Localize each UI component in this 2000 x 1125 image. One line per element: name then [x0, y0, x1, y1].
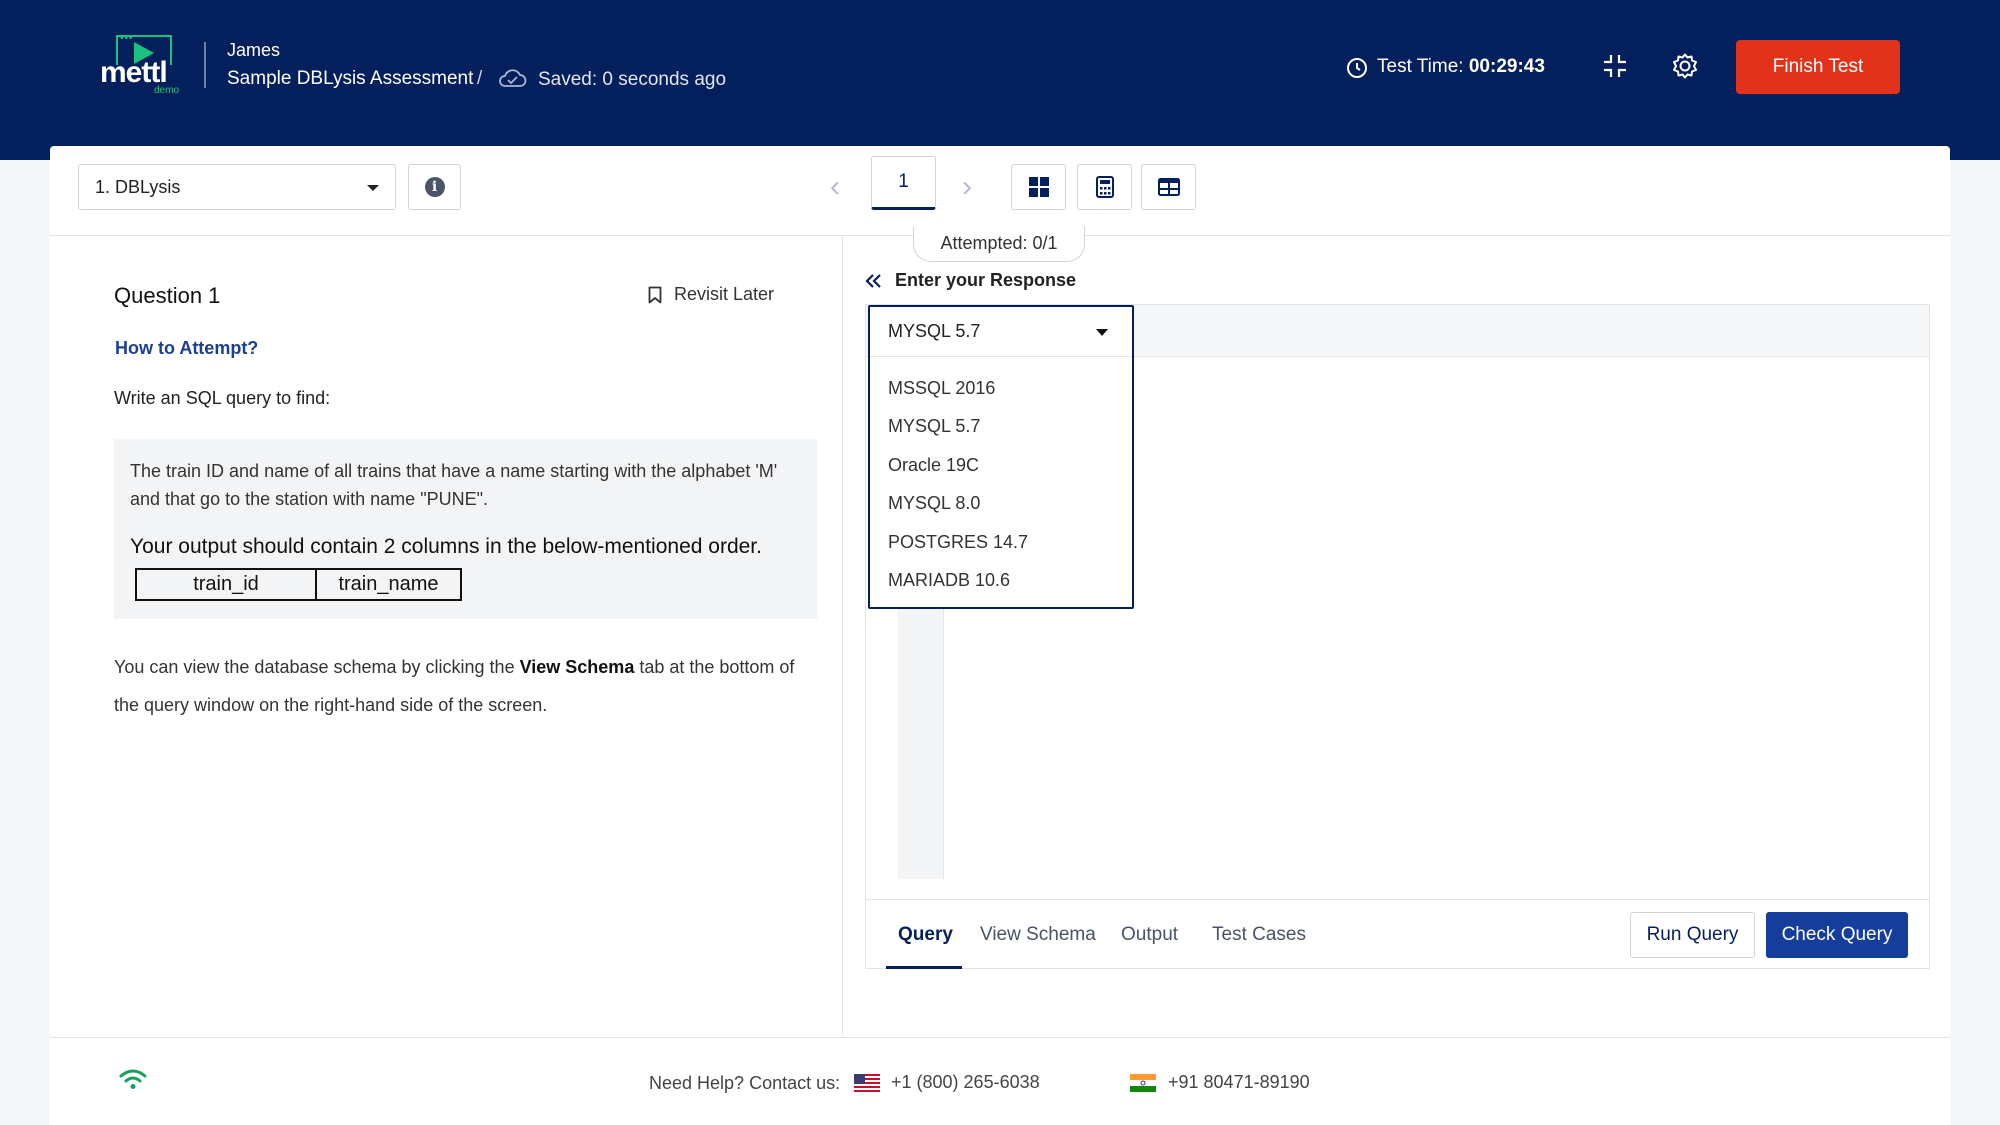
column-header: train_id — [135, 568, 317, 601]
info-icon: i — [424, 177, 445, 197]
calculator-icon — [1095, 176, 1114, 198]
editor-tabs: Query View Schema Output Test Cases Run … — [866, 899, 1929, 969]
help-label: Need Help? Contact us: — [649, 1073, 841, 1093]
question-toolbar: 1. DBLysis i ‹ 1 › — [50, 146, 1950, 236]
question-intro: Write an SQL query to find: — [114, 388, 331, 408]
main-card: 1. DBLysis i ‹ 1 › Attempted: 0/1 Questi… — [50, 146, 1950, 1125]
response-heading: Enter your Response — [865, 270, 1076, 291]
us-flag-icon — [854, 1074, 880, 1092]
info-button[interactable]: i — [408, 164, 461, 210]
cloud-check-icon — [499, 69, 527, 87]
language-select[interactable]: MYSQL 5.7 — [870, 307, 1132, 357]
language-option[interactable]: MYSQL 8.0 — [870, 485, 1132, 524]
mettl-logo: ••• mettl demo — [100, 33, 180, 96]
calculator-button[interactable] — [1077, 164, 1132, 210]
language-options: MSSQL 2016 MYSQL 5.7 Oracle 19C MYSQL 8.… — [870, 369, 1132, 600]
table-icon — [1157, 178, 1180, 196]
language-option[interactable]: POSTGRES 14.7 — [870, 523, 1132, 562]
panel-divider[interactable] — [842, 236, 843, 1034]
test-timer: Test Time: 00:29:43 — [1377, 56, 1545, 77]
caret-down-icon — [1096, 329, 1108, 336]
breadcrumb-separator: / — [477, 68, 483, 89]
india-flag-icon — [1130, 1074, 1156, 1092]
table-view-button[interactable] — [1141, 164, 1196, 210]
wifi-icon — [119, 1069, 147, 1089]
language-option[interactable]: MYSQL 5.7 — [870, 408, 1132, 447]
clock-icon — [1347, 58, 1367, 78]
output-columns-table: train_id train_name — [135, 568, 462, 601]
active-tab-indicator — [886, 966, 962, 969]
next-question-button[interactable]: › — [962, 170, 972, 204]
question-number-button[interactable]: 1 — [871, 156, 936, 210]
output-note: Your output should contain 2 columns in … — [130, 535, 762, 558]
check-query-button[interactable]: Check Query — [1766, 912, 1908, 958]
gear-icon[interactable] — [1671, 52, 1699, 80]
caret-down-icon — [367, 185, 379, 191]
grid-icon — [1028, 177, 1049, 197]
bookmark-icon — [648, 286, 662, 303]
language-option[interactable]: MARIADB 10.6 — [870, 562, 1132, 601]
tab-query[interactable]: Query — [898, 924, 953, 946]
language-option[interactable]: MSSQL 2016 — [870, 369, 1132, 408]
header-divider — [204, 42, 206, 88]
us-phone-link[interactable]: +1 (800) 265-6038 — [891, 1072, 1040, 1093]
finish-test-button[interactable]: Finish Test — [1736, 40, 1900, 94]
view-schema-mention: View Schema — [519, 657, 635, 677]
schema-note: You can view the database schema by clic… — [114, 657, 795, 715]
question-title: Question 1 — [114, 283, 221, 308]
run-query-button[interactable]: Run Query — [1630, 912, 1755, 958]
revisit-later-button[interactable]: Revisit Later — [648, 284, 774, 305]
prev-question-button[interactable]: ‹ — [830, 170, 840, 204]
question-grid-button[interactable] — [1011, 164, 1066, 210]
question-description: The train ID and name of all trains that… — [130, 461, 778, 509]
attempted-counter: Attempted: 0/1 — [913, 226, 1085, 262]
column-header: train_name — [315, 568, 462, 601]
language-dropdown[interactable]: MYSQL 5.7 MSSQL 2016 MYSQL 5.7 Oracle 19… — [868, 305, 1134, 609]
top-header: ••• mettl demo James Sample DBLysis Asse… — [0, 0, 2000, 160]
exit-fullscreen-icon[interactable] — [1602, 53, 1628, 79]
section-select[interactable]: 1. DBLysis — [78, 164, 396, 210]
saved-status: Saved: 0 seconds ago — [538, 69, 727, 90]
question-statement-box: The train ID and name of all trains that… — [114, 439, 817, 619]
how-to-attempt-link[interactable]: How to Attempt? — [115, 338, 258, 359]
india-phone-link[interactable]: +91 80471-89190 — [1168, 1072, 1310, 1093]
assessment-name: Sample DBLysis Assessment — [227, 68, 474, 89]
tab-output[interactable]: Output — [1121, 924, 1178, 946]
footer: Need Help? Contact us: +1 (800) 265-6038… — [50, 1037, 1950, 1125]
double-chevron-left-icon[interactable] — [865, 272, 883, 290]
user-name: James — [227, 40, 281, 60]
tab-test-cases[interactable]: Test Cases — [1212, 924, 1306, 946]
tab-view-schema[interactable]: View Schema — [980, 924, 1096, 946]
language-option[interactable]: Oracle 19C — [870, 446, 1132, 485]
